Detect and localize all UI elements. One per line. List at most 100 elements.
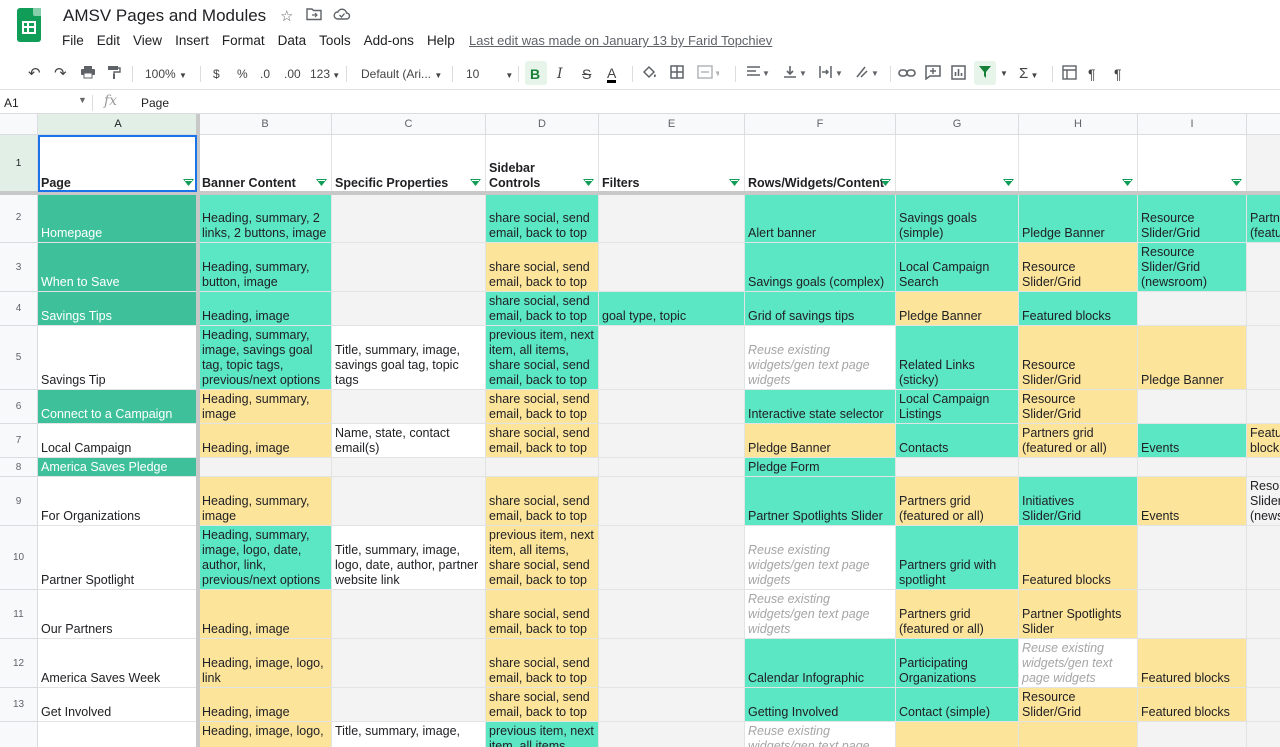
table-cell[interactable]: Partners grid (featured or all)	[896, 477, 1019, 526]
header-cell[interactable]: Sidebar Controls	[486, 135, 599, 193]
table-cell[interactable]	[599, 193, 745, 243]
table-cell[interactable]: Name, state, contact email(s)	[332, 424, 486, 458]
header-cell[interactable]	[1247, 135, 1280, 193]
table-cell[interactable]: Pledge Banner	[745, 424, 896, 458]
table-cell[interactable]: share social, send email, back to top	[486, 390, 599, 424]
table-cell[interactable]: Heading, image, logo, link	[199, 639, 332, 688]
filter-views-caret[interactable]: ▼	[1000, 65, 1008, 83]
table-cell[interactable]	[1247, 243, 1280, 292]
row-header-8[interactable]: 8	[0, 458, 38, 477]
header-cell[interactable]	[896, 135, 1019, 193]
table-cell[interactable]: Connect to a Campaign	[38, 390, 199, 424]
column-header-g[interactable]: G	[896, 114, 1019, 135]
menu-file[interactable]: File	[62, 33, 84, 48]
table-cell[interactable]	[332, 243, 486, 292]
table-cell[interactable]	[1019, 458, 1138, 477]
header-cell[interactable]: Specific Properties	[332, 135, 486, 193]
table-cell[interactable]: Events	[1138, 477, 1247, 526]
table-cell[interactable]: Resource Slider/Grid (newsroom)	[1138, 243, 1247, 292]
table-cell[interactable]	[1138, 590, 1247, 639]
row-header-4[interactable]: 4	[0, 292, 38, 326]
last-edit-link[interactable]: Last edit was made on January 13 by Fari…	[469, 33, 772, 48]
table-cell[interactable]: Resource Slider/Grid	[1019, 688, 1138, 722]
table-cell[interactable]: Get Involved	[38, 688, 199, 722]
column-header-d[interactable]: D	[486, 114, 599, 135]
table-cell[interactable]: Heading, summary, image	[199, 390, 332, 424]
table-cell[interactable]: Reuse existing widgets/gen text page wid…	[745, 526, 896, 590]
row-header-2[interactable]: 2	[0, 193, 38, 243]
zoom-select[interactable]: 100% ▼	[145, 65, 187, 83]
table-cell[interactable]	[332, 477, 486, 526]
table-cell[interactable]	[599, 722, 745, 747]
table-cell[interactable]: Title, summary, image, logo, date, autho…	[332, 526, 486, 590]
table-cell[interactable]: Heading, image	[199, 688, 332, 722]
table-cell[interactable]: Heading, image, logo,	[199, 722, 332, 747]
column-header-i[interactable]: I	[1138, 114, 1247, 135]
table-cell[interactable]	[1247, 639, 1280, 688]
table-cell[interactable]: Local Campaign Search	[896, 243, 1019, 292]
filter-icon[interactable]	[978, 65, 992, 83]
table-cell[interactable]: Participating Organizations	[896, 639, 1019, 688]
table-cell[interactable]: Partner Spotlights Slider	[745, 477, 896, 526]
table-cell[interactable]: Partner Spotlights Slider	[1019, 590, 1138, 639]
table-cell[interactable]	[599, 390, 745, 424]
table-cell[interactable]: Featured blocks	[1019, 292, 1138, 326]
table-cell[interactable]: Reso Slider (news	[1247, 477, 1280, 526]
menu-tools[interactable]: Tools	[319, 33, 351, 48]
font-size-select[interactable]: 10 ▼	[466, 65, 513, 83]
table-cell[interactable]: share social, send email, back to top	[486, 292, 599, 326]
table-cell[interactable]	[599, 526, 745, 590]
functions-button[interactable]: Σ ▼	[1019, 65, 1038, 83]
table-cell[interactable]	[1138, 292, 1247, 326]
table-cell[interactable]: America Saves Week	[38, 639, 199, 688]
row-header-14[interactable]: 14	[0, 722, 38, 747]
table-cell[interactable]: share social, send email, back to top	[486, 424, 599, 458]
horizontal-align-icon[interactable]: ▼	[746, 65, 770, 83]
table-cell[interactable]: previous item, next item, all items, sha…	[486, 526, 599, 590]
table-cell[interactable]	[332, 590, 486, 639]
table-cell[interactable]: Heading, summary, 2 links, 2 buttons, im…	[199, 193, 332, 243]
column-filter-icon[interactable]	[880, 179, 891, 187]
row-header-11[interactable]: 11	[0, 590, 38, 639]
row-header-5[interactable]: 5	[0, 326, 38, 390]
table-cell[interactable]: Featu block	[1247, 424, 1280, 458]
table-cell[interactable]	[1247, 590, 1280, 639]
column-header-h[interactable]: H	[1019, 114, 1138, 135]
table-cell[interactable]	[38, 722, 199, 747]
table-cell[interactable]: Heading, image	[199, 590, 332, 639]
table-cell[interactable]	[896, 458, 1019, 477]
ltr-text-icon[interactable]: ¶	[1088, 65, 1096, 83]
fill-color-icon[interactable]	[642, 65, 658, 83]
table-cell[interactable]: Title, summary, image,	[332, 722, 486, 747]
increase-decimal-button[interactable]: .00	[284, 65, 301, 83]
column-header-e[interactable]: E	[599, 114, 745, 135]
table-cell[interactable]	[1247, 688, 1280, 722]
column-filter-icon[interactable]	[583, 179, 594, 187]
table-cell[interactable]	[332, 193, 486, 243]
column-header-j[interactable]	[1247, 114, 1280, 135]
table-cell[interactable]: share social, send email, back to top	[486, 688, 599, 722]
text-wrapping-icon[interactable]: ▼	[818, 65, 844, 83]
header-cell[interactable]: Filters	[599, 135, 745, 193]
text-color-button[interactable]: A	[607, 65, 617, 83]
table-cell[interactable]	[199, 458, 332, 477]
menu-insert[interactable]: Insert	[175, 33, 209, 48]
table-cell[interactable]	[1019, 722, 1138, 747]
table-cell[interactable]: Heading, summary, image, savings goal ta…	[199, 326, 332, 390]
menu-format[interactable]: Format	[222, 33, 265, 48]
print-icon[interactable]	[80, 65, 96, 83]
table-cell[interactable]: Local Campaign	[38, 424, 199, 458]
table-cell[interactable]: Resource Slider/Grid	[1138, 193, 1247, 243]
table-cell[interactable]: goal type, topic	[599, 292, 745, 326]
menu-view[interactable]: View	[133, 33, 162, 48]
table-cell[interactable]: Heading, image	[199, 424, 332, 458]
header-cell[interactable]: Banner Content	[199, 135, 332, 193]
table-cell[interactable]: Partners grid with spotlight	[896, 526, 1019, 590]
table-cell[interactable]	[1138, 722, 1247, 747]
table-cell[interactable]: Heading, image	[199, 292, 332, 326]
table-cell[interactable]: Heading, summary, image, logo, date, aut…	[199, 526, 332, 590]
cloud-status-icon[interactable]	[333, 7, 351, 25]
table-cell[interactable]: Featured blocks	[1019, 526, 1138, 590]
table-cell[interactable]	[896, 722, 1019, 747]
table-cell[interactable]: share social, send email, back to top	[486, 639, 599, 688]
